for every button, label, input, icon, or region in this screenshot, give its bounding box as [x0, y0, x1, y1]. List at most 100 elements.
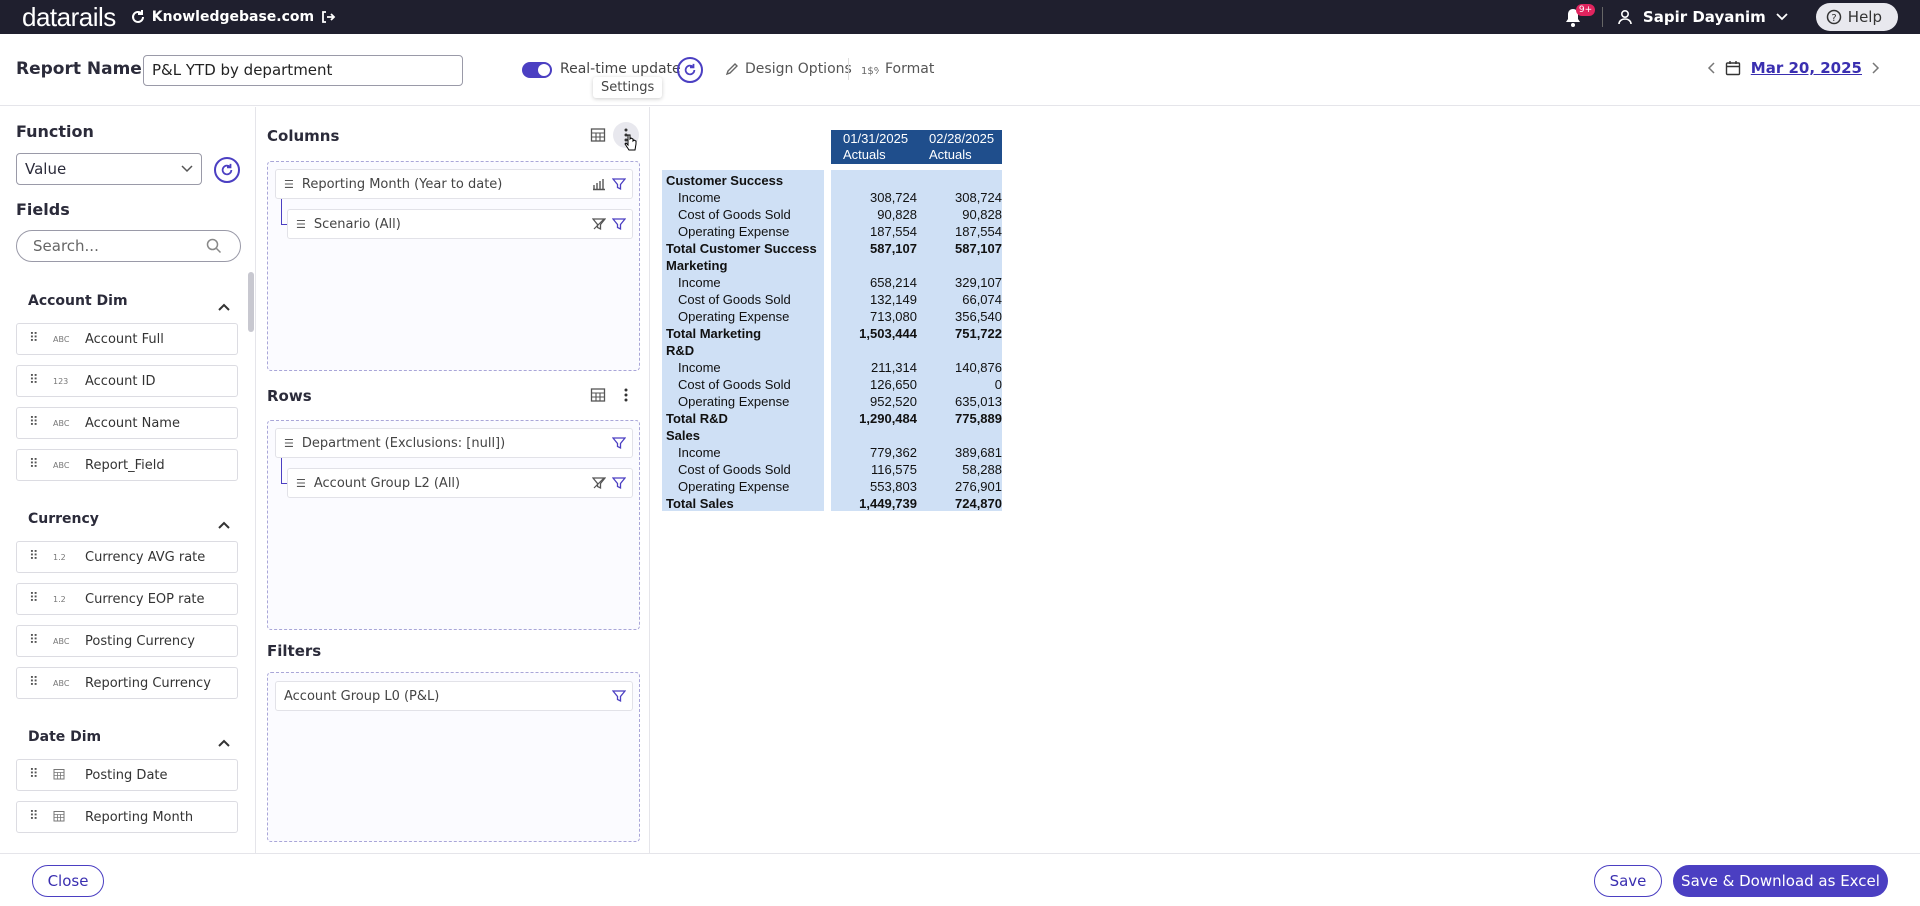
- report-cell: 751,722: [955, 326, 1002, 341]
- drag-handle-icon[interactable]: ⠿: [29, 676, 39, 689]
- field-item[interactable]: ⠿ ABC Reporting Currency: [16, 667, 238, 699]
- field-group-title[interactable]: Account Dim: [28, 293, 128, 309]
- settings-tooltip: Settings: [593, 77, 663, 98]
- refresh-report-button[interactable]: [677, 57, 703, 83]
- user-menu[interactable]: Sapir Dayanim: [1617, 8, 1788, 26]
- report-cell: 356,540: [955, 309, 1002, 324]
- notifications-button[interactable]: 9+: [1564, 4, 1596, 28]
- save-download-excel-button[interactable]: Save & Download as Excel: [1673, 865, 1888, 897]
- realtime-toggle[interactable]: [522, 62, 552, 78]
- filter-chip[interactable]: Account Group L0 (P&L): [275, 681, 633, 711]
- mouse-cursor-icon: [624, 134, 637, 151]
- row-chip[interactable]: ☰ Department (Exclusions: [null]): [275, 428, 633, 458]
- report-cell: 952,520: [870, 394, 917, 409]
- drag-handle-icon[interactable]: ⠿: [29, 592, 39, 605]
- workspace-name: Knowledgebase.com: [151, 9, 315, 25]
- field-group-title[interactable]: Currency: [28, 511, 99, 527]
- field-label: Currency EOP rate: [85, 591, 205, 607]
- report-cell: 553,803: [870, 479, 917, 494]
- chevron-up-icon[interactable]: [218, 732, 230, 751]
- report-cell: [837, 342, 917, 359]
- field-type-icon: ABC: [53, 334, 70, 344]
- sort-icon: ☰: [284, 177, 294, 191]
- clear-filter-icon[interactable]: [591, 217, 607, 235]
- chevron-right-icon[interactable]: [1872, 62, 1880, 74]
- filter-icon[interactable]: [611, 689, 627, 707]
- chip-label: Reporting Month (Year to date): [301, 176, 503, 192]
- field-type-icon: 123: [53, 376, 69, 386]
- question-icon: ?: [1826, 9, 1842, 25]
- report-row-label: Income: [678, 360, 721, 375]
- field-type-icon: 1.2: [53, 552, 66, 562]
- footer: Close Save Save & Download as Excel: [0, 853, 1920, 906]
- logout-icon: [322, 11, 336, 23]
- columns-title: Columns: [267, 127, 340, 145]
- chevron-left-icon[interactable]: [1707, 62, 1715, 74]
- field-item[interactable]: ⠿ ABC Account Full: [16, 323, 238, 355]
- drag-handle-icon[interactable]: ⠿: [29, 550, 39, 563]
- drag-handle-icon[interactable]: ⠿: [29, 768, 39, 781]
- report-date[interactable]: Mar 20, 2025: [1751, 59, 1862, 77]
- save-button[interactable]: Save: [1594, 865, 1662, 897]
- date-navigator: Mar 20, 2025: [1707, 59, 1880, 77]
- design-options-button[interactable]: Design Options: [725, 61, 852, 77]
- report-cell: 1,449,739: [859, 496, 917, 511]
- field-item[interactable]: ⠿ ABC Posting Currency: [16, 625, 238, 657]
- report-cell: [837, 257, 917, 274]
- chart-icon[interactable]: [592, 177, 606, 195]
- rows-more-icon[interactable]: [618, 386, 634, 404]
- report-cell: 140,876: [955, 360, 1002, 375]
- field-label: Account Full: [85, 331, 164, 347]
- top-bar: datarails Knowledgebase.com 9+ Sapir Day…: [0, 0, 1920, 34]
- clear-filter-icon[interactable]: [591, 476, 607, 494]
- rows-table-icon[interactable]: [589, 386, 607, 404]
- pencil-icon: [725, 63, 738, 76]
- field-item[interactable]: ⠿ 1.2 Currency AVG rate: [16, 541, 238, 573]
- drag-handle-icon[interactable]: ⠿: [29, 634, 39, 647]
- column-chip[interactable]: ☰ Scenario (All): [287, 209, 633, 239]
- field-item[interactable]: ⠿ 123 Account ID: [16, 365, 238, 397]
- calendar-icon: [53, 768, 75, 782]
- close-button[interactable]: Close: [32, 865, 104, 897]
- workspace-switcher[interactable]: Knowledgebase.com: [130, 9, 336, 25]
- report-name-input[interactable]: P&L YTD by department: [143, 55, 463, 86]
- report-cell: 308,724: [955, 190, 1002, 205]
- drag-handle-icon[interactable]: ⠿: [29, 332, 39, 345]
- report-cell: 0: [994, 377, 1002, 392]
- report-row-label: Operating Expense: [678, 479, 790, 494]
- fields-scrollbar[interactable]: [248, 272, 254, 332]
- filter-icon[interactable]: [611, 177, 627, 195]
- filter-icon[interactable]: [611, 217, 627, 235]
- drag-handle-icon[interactable]: ⠿: [29, 810, 39, 823]
- drag-handle-icon[interactable]: ⠿: [29, 416, 39, 429]
- field-item[interactable]: ⠿ Reporting Month: [16, 801, 238, 833]
- function-select[interactable]: Value: [16, 153, 202, 185]
- calendar-icon[interactable]: [1725, 60, 1741, 76]
- drag-handle-icon[interactable]: ⠿: [29, 374, 39, 387]
- filters-title: Filters: [267, 642, 322, 660]
- filter-icon[interactable]: [611, 476, 627, 494]
- report-row-label: Sales: [666, 428, 700, 443]
- drag-handle-icon[interactable]: ⠿: [29, 458, 39, 471]
- format-button[interactable]: 1$% Format: [861, 61, 934, 77]
- format-label: Format: [885, 61, 935, 77]
- field-group-title[interactable]: Date Dim: [28, 729, 101, 745]
- field-item[interactable]: ⠿ Posting Date: [16, 759, 238, 791]
- divider: [848, 58, 849, 80]
- field-item[interactable]: ⠿ 1.2 Currency EOP rate: [16, 583, 238, 615]
- report-cell: 775,889: [955, 411, 1002, 426]
- datarails-logo[interactable]: datarails: [22, 2, 116, 33]
- chevron-up-icon[interactable]: [218, 514, 230, 533]
- columns-table-icon[interactable]: [589, 126, 607, 144]
- report-cell: 187,554: [955, 224, 1002, 239]
- field-item[interactable]: ⠿ ABC Account Name: [16, 407, 238, 439]
- row-chip[interactable]: ☰ Account Group L2 (All): [287, 468, 633, 498]
- search-icon: [206, 238, 222, 258]
- column-chip[interactable]: ☰ Reporting Month (Year to date): [275, 169, 633, 199]
- field-item[interactable]: ⠿ ABC Report_Field: [16, 449, 238, 481]
- help-button[interactable]: ? Help: [1815, 3, 1898, 31]
- filter-icon[interactable]: [611, 436, 627, 454]
- chevron-up-icon[interactable]: [218, 296, 230, 315]
- function-refresh-button[interactable]: [214, 157, 240, 183]
- svg-text:?: ?: [1831, 13, 1836, 24]
